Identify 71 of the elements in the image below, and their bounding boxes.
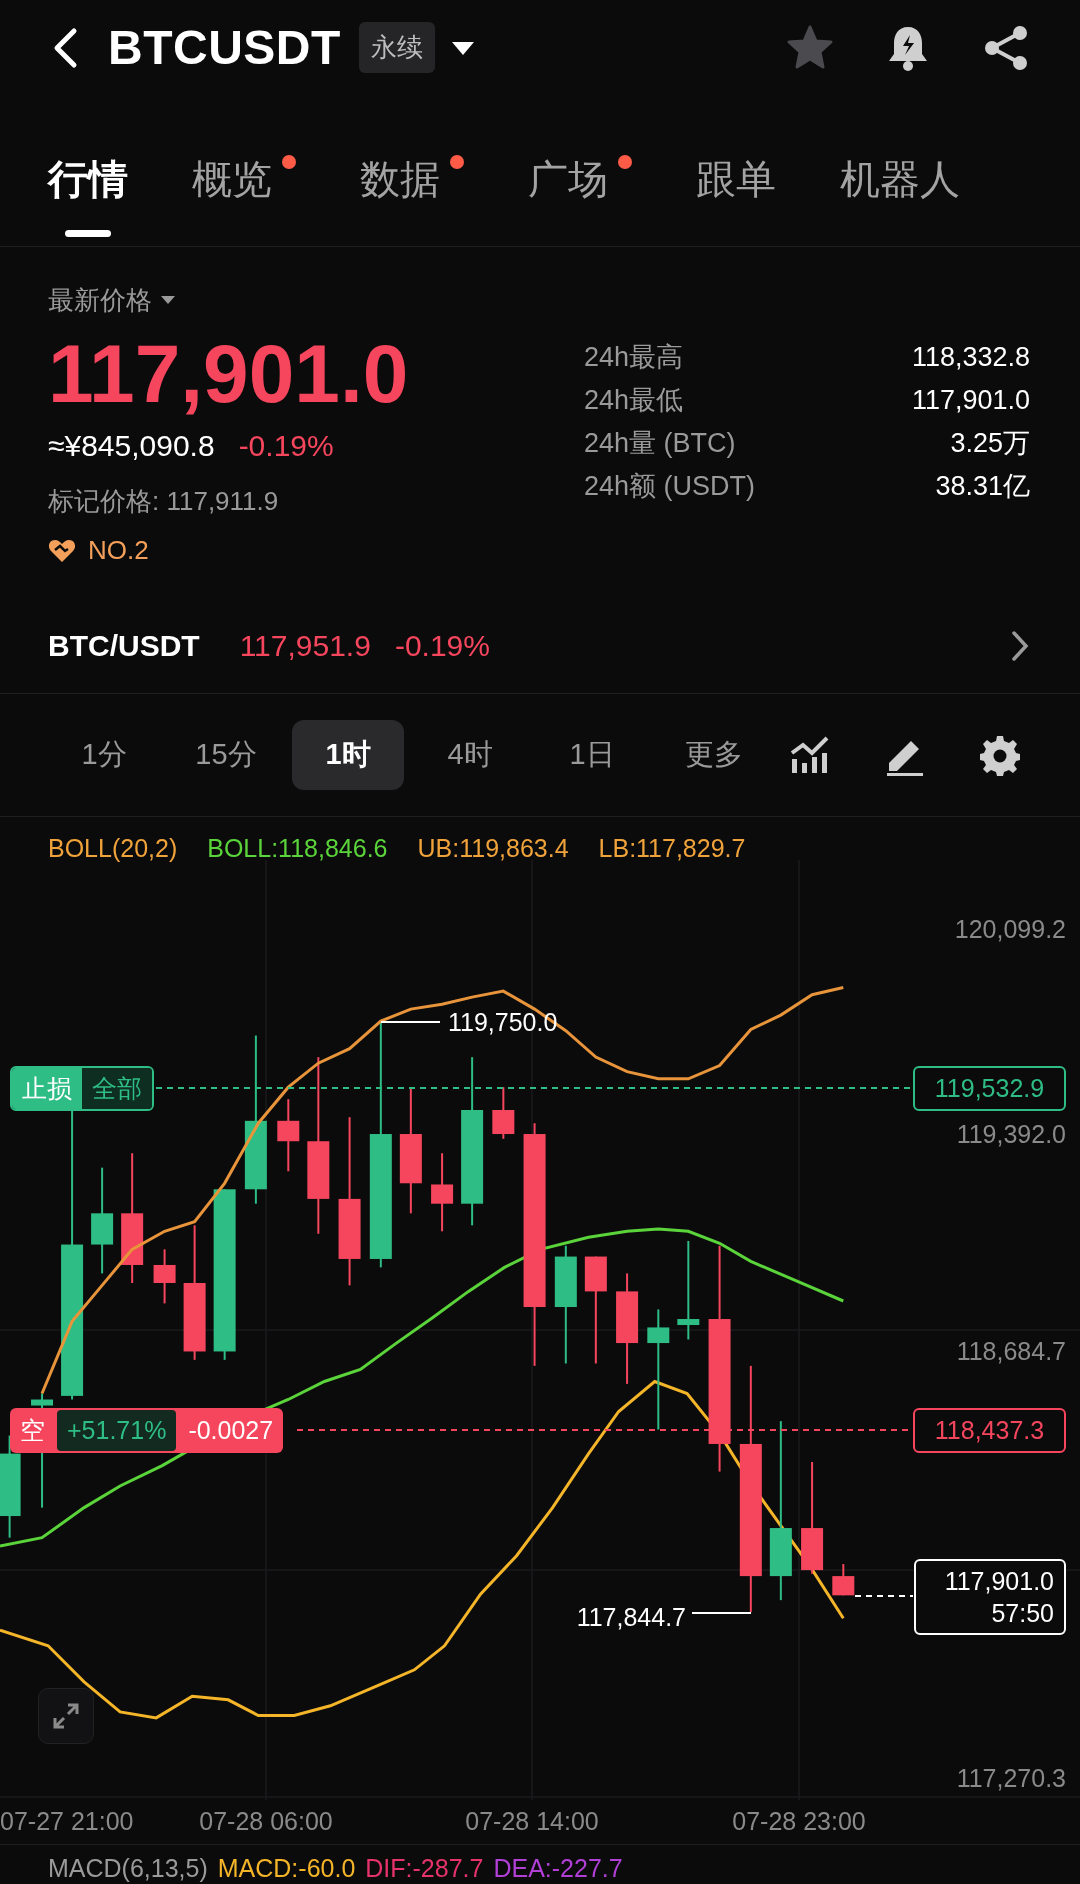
interval-tab[interactable]: 更多 xyxy=(658,720,770,790)
macd-value: MACD:-60.0 xyxy=(217,1853,356,1883)
stat-value: 38.31亿 xyxy=(935,470,1030,503)
indicator-name: BOLL(20,2) xyxy=(48,833,178,864)
expand-icon xyxy=(52,1702,80,1730)
current-price: 117,901.0 xyxy=(944,1566,1054,1597)
stat-label: 24h量 (BTC) xyxy=(584,427,736,460)
candle-countdown: 57:50 xyxy=(991,1598,1054,1629)
spot-price: 117,951.9 xyxy=(239,628,371,663)
stat-label: 24h最高 xyxy=(584,341,684,374)
axis-label: 117,270.3 xyxy=(956,1763,1066,1793)
rank-label: NO.2 xyxy=(88,534,149,567)
stop-loss-price-tag: 119,532.9 xyxy=(913,1066,1066,1111)
stat-value: 3.25万 xyxy=(950,427,1030,460)
upper-band-value: UB:119,863.4 xyxy=(417,833,569,864)
interval-tab[interactable]: 4时 xyxy=(414,720,526,790)
axis-label: 118,684.7 xyxy=(956,1336,1066,1366)
axis-label: 07-27 21:00 xyxy=(0,1806,134,1836)
price-change: -0.19% xyxy=(238,428,334,464)
candle xyxy=(492,1086,515,1140)
chevron-right-icon[interactable] xyxy=(1010,628,1030,663)
interval-tab[interactable]: 1时 xyxy=(292,720,404,790)
mark-price: 标记价格: 117,911.9 xyxy=(48,485,279,518)
nav-tab[interactable]: 广场 xyxy=(528,155,632,237)
position-pnl: +51.71% xyxy=(57,1410,177,1451)
nav-tab[interactable]: 概览 xyxy=(192,155,296,237)
heart-hand-icon xyxy=(48,537,76,563)
low-price-label: 117,844.7 xyxy=(576,1602,686,1632)
position-size: -0.0027 xyxy=(188,1416,274,1445)
nav-tab[interactable]: 数据 xyxy=(360,155,464,237)
lower-band-value: LB:117,829.7 xyxy=(598,833,746,864)
interval-tab[interactable]: 15分 xyxy=(170,720,282,790)
candle xyxy=(153,1248,176,1305)
dea-value: DEA:-227.7 xyxy=(493,1853,623,1883)
axis-label: 07-28 23:00 xyxy=(732,1806,866,1836)
pair-title: BTCUSDT xyxy=(108,20,341,75)
leader-line xyxy=(691,1612,752,1614)
stat-value: 117,901.0 xyxy=(911,384,1030,417)
nav-tab[interactable]: 跟单 xyxy=(696,155,776,237)
share-icon[interactable] xyxy=(982,23,1030,72)
caret-icon[interactable] xyxy=(450,39,475,56)
axis-label: 119,392.0 xyxy=(956,1119,1066,1149)
contract-badge: 永续 xyxy=(358,22,435,73)
caret-icon[interactable] xyxy=(160,295,176,305)
spot-pair[interactable]: BTC/USDT xyxy=(48,628,200,663)
axis-label: 120,099.2 xyxy=(954,914,1066,944)
position-side: 空 xyxy=(20,1415,45,1446)
axis-label: 07-28 06:00 xyxy=(199,1806,333,1836)
candle xyxy=(832,1563,855,1597)
boll-value: BOLL:118,846.6 xyxy=(207,833,388,864)
expand-button[interactable] xyxy=(38,1688,94,1744)
nav-tab[interactable]: 机器人 xyxy=(840,155,960,237)
position-price-tag: 118,437.3 xyxy=(913,1408,1066,1453)
leader-line xyxy=(380,1021,441,1023)
interval-tab[interactable]: 1分 xyxy=(48,720,160,790)
dif-value: DIF:-287.7 xyxy=(365,1853,484,1883)
cny-price: ≈¥845,090.8 xyxy=(48,428,215,464)
position-tag[interactable]: 空 +51.71% -0.0027 xyxy=(10,1408,284,1453)
price-type-label[interactable]: 最新价格 xyxy=(48,282,152,318)
settings-icon[interactable] xyxy=(978,733,1022,777)
macd-name: MACD(6,13,5) xyxy=(48,1853,208,1883)
stat-label: 24h最低 xyxy=(584,384,684,417)
interval-tab[interactable]: 1日 xyxy=(536,720,648,790)
nav-tab[interactable]: 行情 xyxy=(48,155,128,237)
last-price: 117,901.0 xyxy=(48,327,409,421)
axis-label: 07-28 14:00 xyxy=(465,1806,599,1836)
stop-loss-tag[interactable]: 止损 全部 xyxy=(10,1066,154,1111)
spot-change: -0.19% xyxy=(394,628,490,663)
stat-value: 118,332.8 xyxy=(911,341,1030,374)
stat-label: 24h额 (USDT) xyxy=(584,470,756,503)
high-price-label: 119,750.0 xyxy=(448,1007,558,1037)
